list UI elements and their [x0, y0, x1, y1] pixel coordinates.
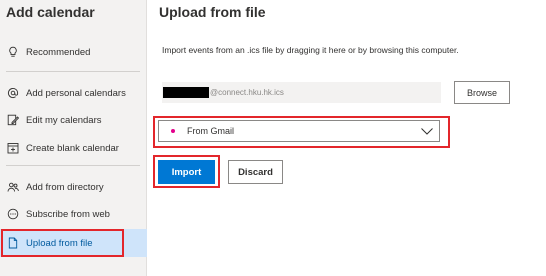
redaction-bar — [163, 87, 209, 98]
edit-icon — [7, 114, 19, 126]
sidebar-item-create-blank-calendar[interactable]: Create blank calendar — [0, 134, 147, 162]
sidebar-item-label: Edit my calendars — [26, 114, 102, 126]
sidebar-item-recommended[interactable]: Recommended — [0, 38, 147, 66]
sidebar-item-subscribe-from-web[interactable]: Subscribe from web — [0, 200, 147, 228]
lightbulb-icon — [7, 46, 19, 58]
page-title: Upload from file — [159, 4, 266, 20]
sidebar-item-add-personal-calendars[interactable]: Add personal calendars — [0, 79, 147, 107]
file-path-field[interactable]: @connect.hku.hk.ics — [162, 82, 441, 103]
sidebar-divider — [6, 165, 140, 166]
file-name-suffix: @connect.hku.hk.ics — [210, 88, 284, 97]
sidebar-item-label: Subscribe from web — [26, 208, 110, 220]
import-button[interactable]: Import — [158, 160, 215, 184]
calendar-add-icon — [7, 142, 19, 154]
sidebar-item-edit-my-calendars[interactable]: Edit my calendars — [0, 106, 147, 134]
sidebar-item-add-from-directory[interactable]: Add from directory — [0, 173, 147, 201]
sidebar-item-label: Create blank calendar — [26, 142, 119, 154]
calendar-select[interactable]: From Gmail — [158, 120, 440, 142]
sidebar-item-label: Add from directory — [26, 181, 104, 193]
at-sign-icon — [7, 87, 19, 99]
sidebar-divider — [6, 71, 140, 72]
instructions-text: Import events from an .ics file by dragg… — [162, 45, 459, 55]
sidebar-item-label: Recommended — [26, 46, 91, 58]
browse-button[interactable]: Browse — [454, 81, 510, 104]
highlight-box-upload-nav — [1, 229, 124, 257]
web-icon — [7, 208, 19, 220]
chevron-down-icon — [420, 125, 434, 137]
calendar-color-dot — [171, 129, 175, 133]
people-icon — [7, 181, 19, 193]
sidebar-item-label: Add personal calendars — [26, 87, 126, 99]
discard-button[interactable]: Discard — [228, 160, 283, 184]
calendar-select-value: From Gmail — [187, 126, 234, 136]
sidebar-title: Add calendar — [6, 4, 95, 20]
